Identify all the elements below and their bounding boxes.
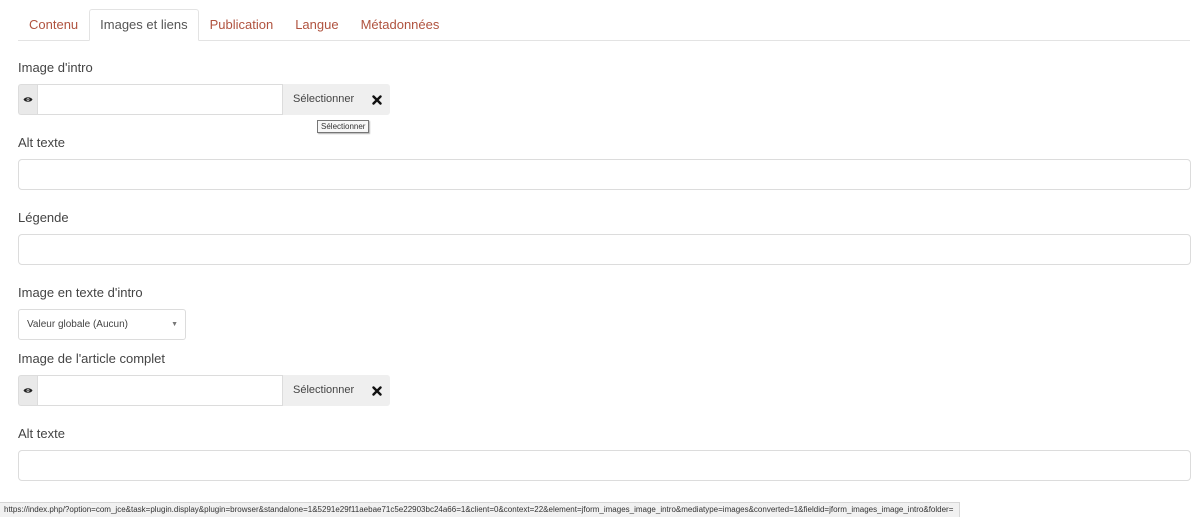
tab-publication[interactable]: Publication bbox=[199, 9, 285, 40]
tab-metadonnees[interactable]: Métadonnées bbox=[350, 9, 451, 40]
intro-caption-label: Légende bbox=[18, 210, 69, 225]
eye-icon bbox=[23, 388, 33, 393]
intro-alt-input[interactable] bbox=[18, 159, 1191, 190]
times-icon bbox=[372, 94, 382, 105]
intro-float-value: Valeur globale (Aucun) bbox=[27, 319, 128, 330]
times-icon bbox=[372, 385, 382, 396]
intro-float-select[interactable]: Valeur globale (Aucun) ▼ bbox=[18, 309, 186, 340]
tab-langue[interactable]: Langue bbox=[284, 9, 349, 40]
intro-image-label: Image d'intro bbox=[18, 60, 93, 75]
intro-image-select-button[interactable]: Sélectionner bbox=[283, 84, 365, 115]
full-image-input[interactable] bbox=[37, 375, 283, 406]
intro-float-label: Image en texte d'intro bbox=[18, 285, 143, 300]
intro-image-clear-button[interactable] bbox=[364, 84, 391, 115]
caret-down-icon: ▼ bbox=[171, 321, 178, 328]
status-bar-url: https://index.php/?option=com_jce&task=p… bbox=[0, 502, 961, 517]
eye-icon bbox=[23, 97, 33, 102]
intro-caption-input[interactable] bbox=[18, 234, 1191, 265]
full-image-clear-button[interactable] bbox=[364, 375, 391, 406]
full-alt-label: Alt texte bbox=[18, 426, 65, 441]
intro-image-field: Sélectionner bbox=[18, 84, 391, 115]
full-alt-input[interactable] bbox=[18, 450, 1191, 481]
full-image-label: Image de l'article complet bbox=[18, 351, 165, 366]
tab-bar: Contenu Images et liens Publication Lang… bbox=[18, 9, 1190, 41]
full-image-preview-button[interactable] bbox=[18, 375, 37, 406]
tab-images-et-liens[interactable]: Images et liens bbox=[89, 9, 199, 41]
intro-image-preview-button[interactable] bbox=[18, 84, 37, 115]
intro-image-input[interactable] bbox=[37, 84, 283, 115]
full-image-field: Sélectionner bbox=[18, 375, 391, 406]
select-tooltip: Sélectionner bbox=[317, 120, 370, 133]
tab-contenu[interactable]: Contenu bbox=[18, 9, 89, 40]
full-image-select-button[interactable]: Sélectionner bbox=[283, 375, 365, 406]
intro-alt-label: Alt texte bbox=[18, 135, 65, 150]
